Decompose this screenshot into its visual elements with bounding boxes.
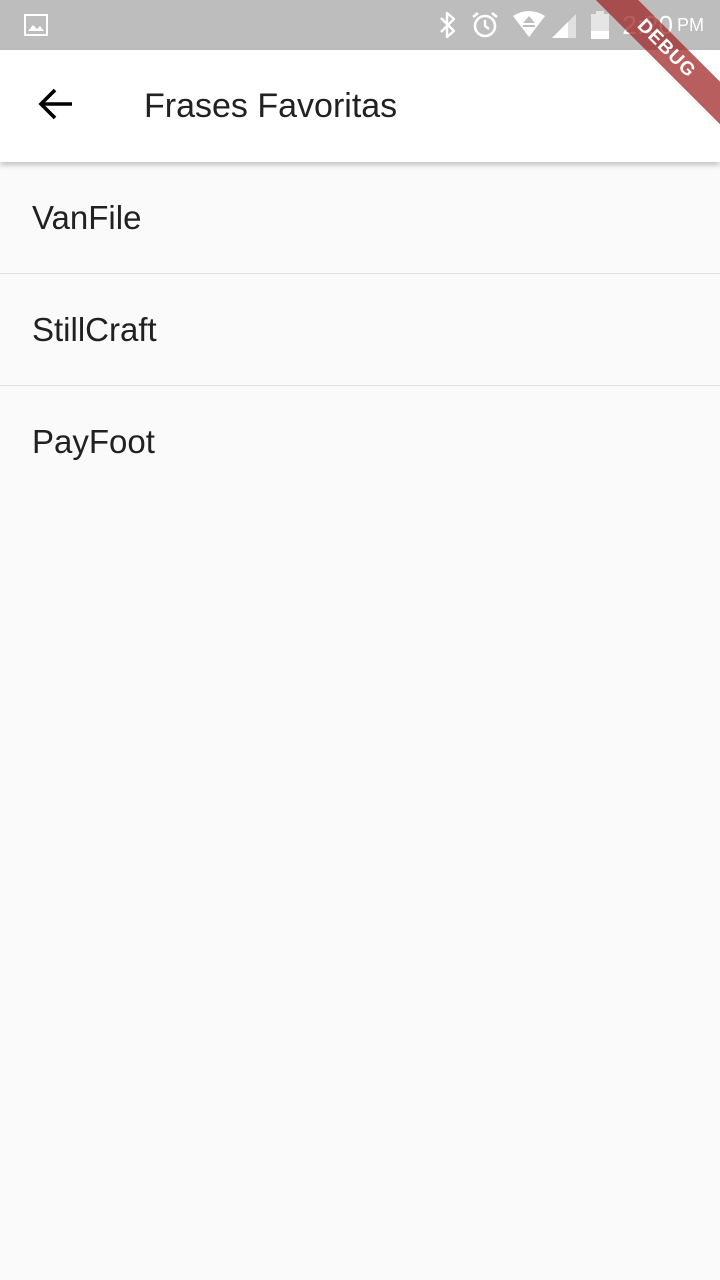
signal-icon [550, 10, 578, 40]
app-bar: Frases Favoritas [0, 50, 720, 162]
arrow-back-icon [38, 86, 74, 127]
list-item-label: VanFile [32, 198, 142, 236]
list-item-label: PayFoot [32, 422, 155, 460]
favorites-list: VanFile StillCraft PayFoot [0, 162, 720, 497]
status-icons: 2:20 PM [426, 0, 704, 50]
status-time: 2:20 [622, 9, 673, 40]
gallery-icon [24, 13, 48, 37]
page-title: Frases Favoritas [144, 87, 398, 125]
status-bar: 2:20 PM [0, 0, 720, 50]
list-item[interactable]: VanFile [0, 162, 720, 274]
list-item[interactable]: PayFoot [0, 386, 720, 497]
list-item-label: StillCraft [32, 310, 157, 348]
status-ampm: PM [677, 14, 704, 35]
alarm-icon [470, 10, 500, 40]
battery-icon [590, 10, 610, 40]
bluetooth-icon [438, 10, 458, 40]
list-item[interactable]: StillCraft [0, 274, 720, 386]
back-button[interactable] [24, 74, 88, 138]
screen: 2:20 PM Frases Favoritas VanFile StillCr… [0, 0, 720, 1280]
wifi-icon [512, 10, 546, 40]
